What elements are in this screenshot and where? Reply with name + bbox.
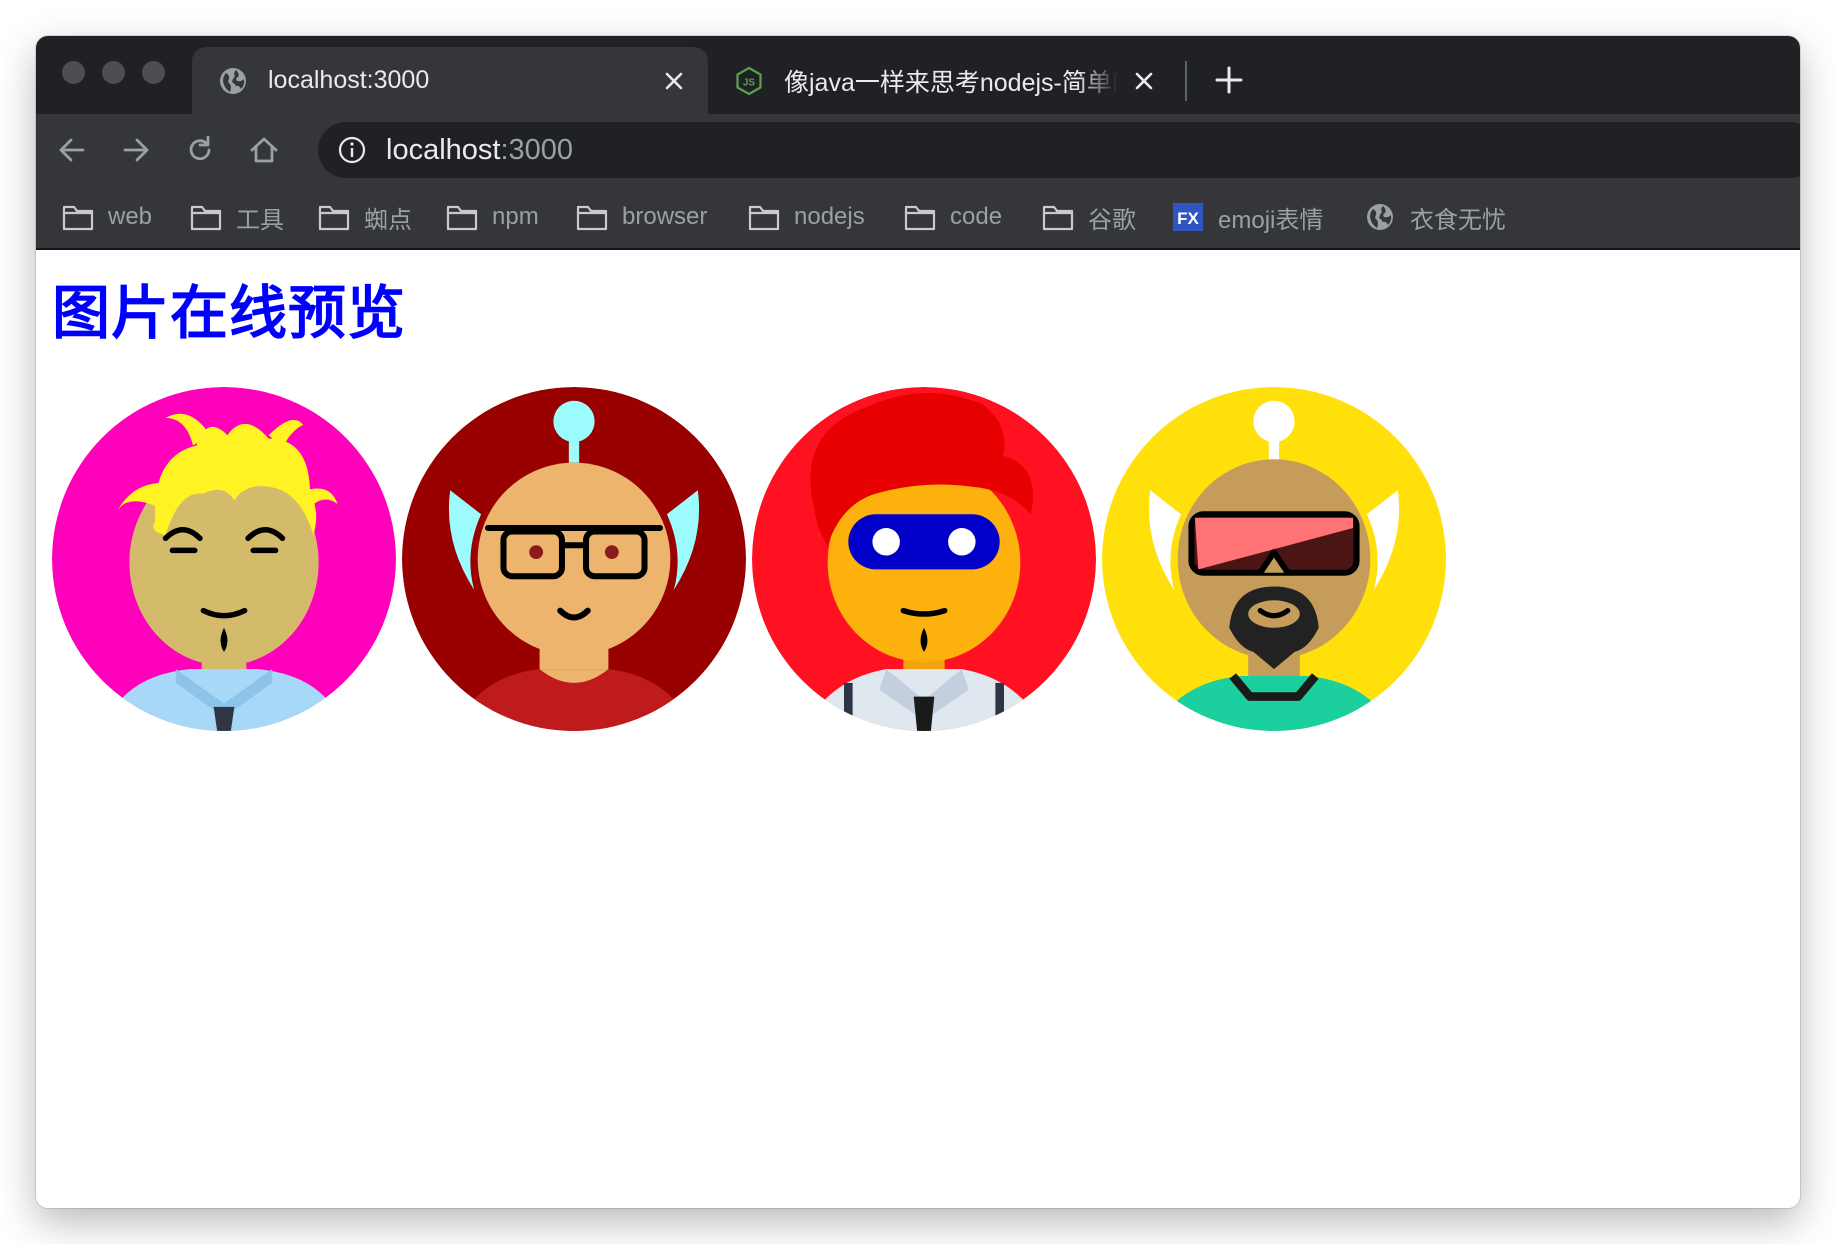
tab-strip: localhost:3000 JS 像java一样来思考nodejs-简单的 — [36, 36, 1800, 114]
bookmark-browser[interactable]: browser — [576, 200, 707, 234]
reload-icon[interactable] — [184, 134, 216, 166]
avatar-glasses-man[interactable] — [402, 387, 746, 731]
globe-icon — [1367, 204, 1393, 230]
avatar-masked-man[interactable] — [752, 387, 1096, 731]
avatar-blonde-man[interactable] — [52, 387, 396, 731]
url-port: :3000 — [500, 134, 574, 166]
close-window-button[interactable] — [62, 61, 85, 84]
address-bar[interactable]: localhost:3000 — [318, 122, 1800, 178]
maximize-window-button[interactable] — [142, 61, 165, 84]
bookmark-zhidian[interactable]: 蜘点 — [318, 200, 412, 234]
folder-icon — [576, 205, 608, 231]
bookmark-google[interactable]: 谷歌 — [1042, 200, 1136, 234]
bookmark-yishi[interactable]: 衣食无忧 — [1364, 200, 1506, 234]
back-icon[interactable] — [56, 134, 88, 166]
tab-separator — [1185, 61, 1187, 101]
bookmarks-bar: web 工具 蜘点 npm browser nodejs code 谷歌 FX … — [36, 186, 1800, 250]
fx-icon: FX — [1173, 203, 1203, 231]
bookmark-tools[interactable]: 工具 — [190, 200, 284, 234]
folder-icon — [904, 205, 936, 231]
window-controls — [62, 61, 165, 84]
tab-title: 像java一样来思考nodejs-简单的 — [784, 68, 1118, 97]
folder-icon — [1042, 205, 1074, 231]
globe-icon — [220, 67, 246, 94]
folder-icon — [190, 205, 222, 231]
avatar-sunglasses-man[interactable] — [1102, 387, 1446, 731]
site-info-icon[interactable] — [338, 136, 366, 164]
new-tab-button[interactable] — [1214, 65, 1244, 95]
page-title: 图片在线预览 — [52, 281, 407, 346]
bookmark-nodejs[interactable]: nodejs — [748, 200, 865, 234]
bookmark-web[interactable]: web — [62, 200, 152, 234]
folder-icon — [62, 205, 94, 231]
forward-icon[interactable] — [120, 134, 152, 166]
address-url: localhost:3000 — [386, 134, 573, 167]
nodejs-icon: JS — [736, 66, 762, 95]
home-icon[interactable] — [248, 134, 280, 166]
url-host: localhost — [386, 134, 501, 166]
folder-icon — [318, 205, 350, 231]
tab-nodejs-article[interactable]: JS 像java一样来思考nodejs-简单的 — [708, 47, 1178, 114]
tab-localhost[interactable]: localhost:3000 — [192, 47, 708, 114]
close-tab-icon[interactable] — [1132, 69, 1156, 93]
minimize-window-button[interactable] — [102, 61, 125, 84]
browser-window: localhost:3000 JS 像java一样来思考nodejs-简单的 l… — [36, 36, 1800, 1208]
svg-text:JS: JS — [743, 77, 756, 88]
toolbar: localhost:3000 — [36, 114, 1800, 186]
folder-icon — [748, 205, 780, 231]
bookmark-emoji[interactable]: FX emoji表情 — [1172, 200, 1323, 234]
close-tab-icon[interactable] — [662, 69, 686, 93]
bookmark-npm[interactable]: npm — [446, 200, 539, 234]
bookmark-code[interactable]: code — [904, 200, 1002, 234]
folder-icon — [446, 205, 478, 231]
svg-text:FX: FX — [1177, 209, 1199, 228]
tab-title: localhost:3000 — [268, 66, 430, 94]
page-content: 图片在线预览 — [36, 250, 1800, 1208]
